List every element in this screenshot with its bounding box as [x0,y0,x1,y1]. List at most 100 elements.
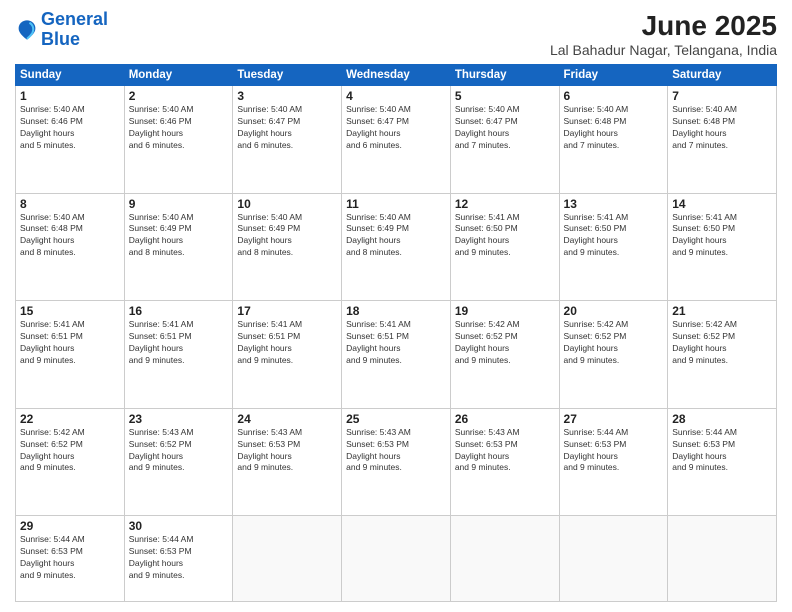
day-number: 20 [564,304,664,318]
header: General Blue June 2025 Lal Bahadur Nagar… [15,10,777,58]
day-number: 8 [20,197,120,211]
day-info: Sunrise: 5:42 AM Sunset: 6:52 PM Dayligh… [672,319,772,367]
day-info: Sunrise: 5:40 AM Sunset: 6:47 PM Dayligh… [346,104,446,152]
day-info: Sunrise: 5:40 AM Sunset: 6:49 PM Dayligh… [129,212,229,260]
day-info: Sunrise: 5:43 AM Sunset: 6:53 PM Dayligh… [346,427,446,475]
table-row: 6 Sunrise: 5:40 AM Sunset: 6:48 PM Dayli… [559,86,668,194]
day-number: 30 [129,519,229,533]
col-sunday: Sunday [16,65,125,86]
table-row: 8 Sunrise: 5:40 AM Sunset: 6:48 PM Dayli… [16,193,125,301]
table-row: 28 Sunrise: 5:44 AM Sunset: 6:53 PM Dayl… [668,408,777,516]
table-row: 15 Sunrise: 5:41 AM Sunset: 6:51 PM Dayl… [16,301,125,409]
table-row: 26 Sunrise: 5:43 AM Sunset: 6:53 PM Dayl… [450,408,559,516]
day-info: Sunrise: 5:42 AM Sunset: 6:52 PM Dayligh… [455,319,555,367]
table-row: 4 Sunrise: 5:40 AM Sunset: 6:47 PM Dayli… [342,86,451,194]
day-info: Sunrise: 5:44 AM Sunset: 6:53 PM Dayligh… [129,534,229,582]
col-saturday: Saturday [668,65,777,86]
day-info: Sunrise: 5:43 AM Sunset: 6:53 PM Dayligh… [455,427,555,475]
table-row: 11 Sunrise: 5:40 AM Sunset: 6:49 PM Dayl… [342,193,451,301]
col-friday: Friday [559,65,668,86]
day-number: 22 [20,412,120,426]
day-number: 6 [564,89,664,103]
day-number: 29 [20,519,120,533]
day-number: 3 [237,89,337,103]
day-number: 27 [564,412,664,426]
day-info: Sunrise: 5:40 AM Sunset: 6:48 PM Dayligh… [564,104,664,152]
title-section: June 2025 Lal Bahadur Nagar, Telangana, … [550,10,777,58]
day-number: 24 [237,412,337,426]
table-row: 25 Sunrise: 5:43 AM Sunset: 6:53 PM Dayl… [342,408,451,516]
day-number: 10 [237,197,337,211]
table-row: 2 Sunrise: 5:40 AM Sunset: 6:46 PM Dayli… [124,86,233,194]
day-info: Sunrise: 5:44 AM Sunset: 6:53 PM Dayligh… [20,534,120,582]
day-number: 17 [237,304,337,318]
table-row: 3 Sunrise: 5:40 AM Sunset: 6:47 PM Dayli… [233,86,342,194]
day-info: Sunrise: 5:42 AM Sunset: 6:52 PM Dayligh… [564,319,664,367]
day-number: 7 [672,89,772,103]
table-row: 19 Sunrise: 5:42 AM Sunset: 6:52 PM Dayl… [450,301,559,409]
table-row: 18 Sunrise: 5:41 AM Sunset: 6:51 PM Dayl… [342,301,451,409]
day-number: 26 [455,412,555,426]
table-row: 9 Sunrise: 5:40 AM Sunset: 6:49 PM Dayli… [124,193,233,301]
table-row [233,516,342,602]
day-number: 11 [346,197,446,211]
day-info: Sunrise: 5:40 AM Sunset: 6:46 PM Dayligh… [129,104,229,152]
day-info: Sunrise: 5:41 AM Sunset: 6:51 PM Dayligh… [20,319,120,367]
day-number: 18 [346,304,446,318]
day-number: 12 [455,197,555,211]
logo: General Blue [15,10,108,50]
table-row: 10 Sunrise: 5:40 AM Sunset: 6:49 PM Dayl… [233,193,342,301]
table-row: 14 Sunrise: 5:41 AM Sunset: 6:50 PM Dayl… [668,193,777,301]
table-row [450,516,559,602]
day-info: Sunrise: 5:43 AM Sunset: 6:53 PM Dayligh… [237,427,337,475]
table-row: 16 Sunrise: 5:41 AM Sunset: 6:51 PM Dayl… [124,301,233,409]
table-row: 13 Sunrise: 5:41 AM Sunset: 6:50 PM Dayl… [559,193,668,301]
day-number: 2 [129,89,229,103]
day-number: 25 [346,412,446,426]
day-info: Sunrise: 5:40 AM Sunset: 6:47 PM Dayligh… [237,104,337,152]
table-row: 23 Sunrise: 5:43 AM Sunset: 6:52 PM Dayl… [124,408,233,516]
day-info: Sunrise: 5:41 AM Sunset: 6:50 PM Dayligh… [672,212,772,260]
day-info: Sunrise: 5:43 AM Sunset: 6:52 PM Dayligh… [129,427,229,475]
day-info: Sunrise: 5:42 AM Sunset: 6:52 PM Dayligh… [20,427,120,475]
day-number: 28 [672,412,772,426]
table-row [559,516,668,602]
table-row [342,516,451,602]
table-row: 5 Sunrise: 5:40 AM Sunset: 6:47 PM Dayli… [450,86,559,194]
day-number: 13 [564,197,664,211]
table-row: 27 Sunrise: 5:44 AM Sunset: 6:53 PM Dayl… [559,408,668,516]
day-number: 5 [455,89,555,103]
day-info: Sunrise: 5:40 AM Sunset: 6:49 PM Dayligh… [346,212,446,260]
col-wednesday: Wednesday [342,65,451,86]
day-number: 23 [129,412,229,426]
day-info: Sunrise: 5:44 AM Sunset: 6:53 PM Dayligh… [672,427,772,475]
table-row: 1 Sunrise: 5:40 AM Sunset: 6:46 PM Dayli… [16,86,125,194]
table-row: 12 Sunrise: 5:41 AM Sunset: 6:50 PM Dayl… [450,193,559,301]
location-title: Lal Bahadur Nagar, Telangana, India [550,42,777,58]
day-info: Sunrise: 5:41 AM Sunset: 6:51 PM Dayligh… [237,319,337,367]
day-number: 16 [129,304,229,318]
calendar: Sunday Monday Tuesday Wednesday Thursday… [15,64,777,602]
table-row: 22 Sunrise: 5:42 AM Sunset: 6:52 PM Dayl… [16,408,125,516]
table-row: 7 Sunrise: 5:40 AM Sunset: 6:48 PM Dayli… [668,86,777,194]
day-number: 9 [129,197,229,211]
table-row: 30 Sunrise: 5:44 AM Sunset: 6:53 PM Dayl… [124,516,233,602]
day-info: Sunrise: 5:40 AM Sunset: 6:48 PM Dayligh… [672,104,772,152]
day-number: 1 [20,89,120,103]
day-number: 19 [455,304,555,318]
table-row: 20 Sunrise: 5:42 AM Sunset: 6:52 PM Dayl… [559,301,668,409]
day-info: Sunrise: 5:40 AM Sunset: 6:49 PM Dayligh… [237,212,337,260]
table-row: 21 Sunrise: 5:42 AM Sunset: 6:52 PM Dayl… [668,301,777,409]
calendar-header-row: Sunday Monday Tuesday Wednesday Thursday… [16,65,777,86]
day-info: Sunrise: 5:41 AM Sunset: 6:50 PM Dayligh… [455,212,555,260]
day-info: Sunrise: 5:44 AM Sunset: 6:53 PM Dayligh… [564,427,664,475]
day-number: 4 [346,89,446,103]
day-info: Sunrise: 5:41 AM Sunset: 6:51 PM Dayligh… [129,319,229,367]
day-info: Sunrise: 5:41 AM Sunset: 6:50 PM Dayligh… [564,212,664,260]
page: General Blue June 2025 Lal Bahadur Nagar… [0,0,792,612]
day-number: 14 [672,197,772,211]
day-info: Sunrise: 5:41 AM Sunset: 6:51 PM Dayligh… [346,319,446,367]
col-tuesday: Tuesday [233,65,342,86]
day-info: Sunrise: 5:40 AM Sunset: 6:47 PM Dayligh… [455,104,555,152]
col-thursday: Thursday [450,65,559,86]
